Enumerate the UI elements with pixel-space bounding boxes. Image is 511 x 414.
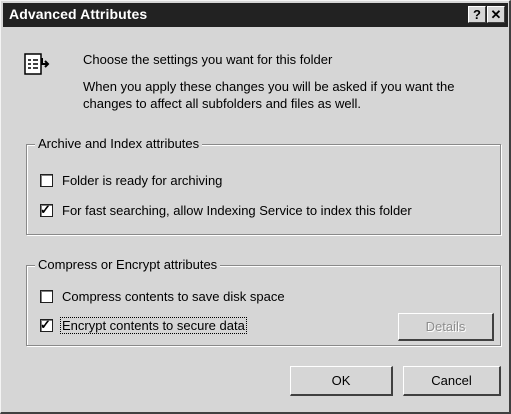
ok-button[interactable]: OK: [290, 366, 393, 396]
advanced-attributes-dialog: Advanced Attributes ? ✕ Choose the setti…: [0, 0, 511, 414]
checkmark-icon: ✓: [40, 317, 51, 332]
compress-checkbox[interactable]: [40, 290, 53, 303]
archiving-label[interactable]: Folder is ready for archiving: [62, 173, 222, 188]
title-bar[interactable]: Advanced Attributes ? ✕: [3, 3, 508, 27]
indexing-option[interactable]: ✓ For fast searching, allow Indexing Ser…: [40, 202, 412, 218]
encrypt-option[interactable]: ✓ Encrypt contents to secure data: [40, 317, 247, 334]
folder-attributes-icon: [24, 53, 50, 75]
archiving-option[interactable]: Folder is ready for archiving: [40, 173, 222, 188]
details-button[interactable]: Details: [398, 313, 494, 341]
encrypt-label[interactable]: Encrypt contents to secure data: [60, 317, 247, 334]
close-button[interactable]: ✕: [487, 6, 505, 23]
archiving-checkbox[interactable]: [40, 174, 53, 187]
intro-description: When you apply these changes you will be…: [83, 79, 455, 111]
intro-heading: Choose the settings you want for this fo…: [83, 52, 333, 67]
compress-label[interactable]: Compress contents to save disk space: [62, 289, 285, 304]
compress-option[interactable]: Compress contents to save disk space: [40, 289, 285, 304]
archive-index-group: Archive and Index attributes Folder is r…: [26, 136, 501, 235]
indexing-checkbox[interactable]: ✓: [40, 202, 53, 217]
indexing-label[interactable]: For fast searching, allow Indexing Servi…: [62, 203, 412, 218]
cancel-button[interactable]: Cancel: [403, 366, 501, 396]
checkmark-icon: ✓: [40, 202, 51, 217]
help-button[interactable]: ?: [468, 6, 486, 23]
compress-encrypt-group-label: Compress or Encrypt attributes: [35, 257, 221, 273]
encrypt-checkbox[interactable]: ✓: [40, 317, 53, 332]
archive-index-group-label: Archive and Index attributes: [35, 136, 203, 152]
window-title: Advanced Attributes: [9, 6, 148, 22]
